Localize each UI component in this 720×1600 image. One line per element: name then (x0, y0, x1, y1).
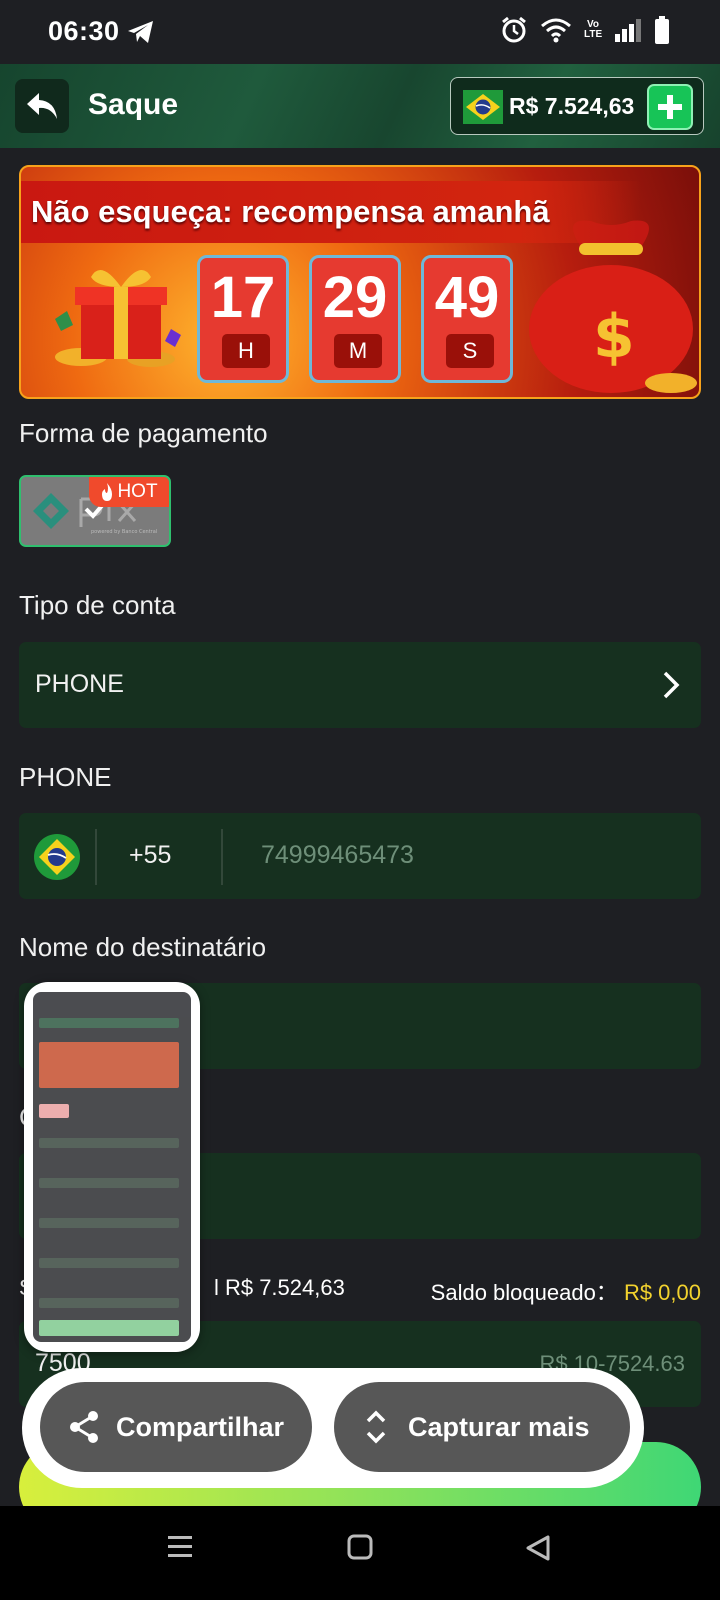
balance-amount: R$ 7.524,63 (509, 93, 635, 119)
reward-banner[interactable]: $ Não esqueça: recompensa amanhã 17 H 29… (19, 165, 701, 399)
chevron-right-icon (663, 671, 680, 699)
plus-icon (658, 95, 682, 119)
balance-widget: R$ 7.524,63 (450, 77, 704, 135)
home-icon[interactable] (347, 1534, 373, 1560)
blocked-balance-value: R$ 0,00 (623, 1280, 701, 1305)
preview-field (39, 1218, 179, 1228)
screenshot-thumbnail[interactable] (24, 982, 200, 1352)
account-type-select[interactable]: PHONE (19, 642, 701, 728)
preview-field (39, 1138, 179, 1148)
phone-label: PHONE (19, 762, 112, 792)
pix-payment-option[interactable]: powered by Banco Central HOT (19, 475, 171, 547)
recipient-name-label: Nome do destinatário (19, 932, 267, 962)
svg-text:$: $ (593, 302, 635, 372)
blocked-balance-label: Saldo bloqueado： (430, 1280, 618, 1305)
account-type-value: PHONE (35, 670, 124, 698)
preview-button (39, 1320, 179, 1336)
preview-banner (39, 1042, 179, 1088)
recents-menu-icon[interactable] (166, 1534, 194, 1560)
dial-code[interactable]: +55 (129, 841, 171, 870)
divider (95, 829, 97, 885)
app-header: Saque R$ 7.524,63 (0, 64, 720, 148)
wifi-icon (541, 18, 571, 43)
capture-more-label: Capturar mais (408, 1411, 590, 1442)
share-icon (70, 1411, 98, 1443)
gift-box-icon (55, 269, 181, 367)
divider (221, 829, 223, 885)
volte-icon: Vo LTE (584, 19, 603, 40)
signal-icon (615, 19, 641, 42)
battery-icon (655, 16, 669, 44)
status-icons: Vo LTE (500, 16, 670, 44)
alarm-icon (502, 16, 526, 43)
screenshot-toolbar: Compartilhar Capturar mais (22, 1368, 644, 1488)
account-type-label: Tipo de conta (19, 590, 176, 620)
back-button[interactable] (15, 79, 69, 133)
preview-field (39, 1178, 179, 1188)
countdown-seconds-unit: S (446, 334, 494, 368)
countdown-minutes-unit: M (334, 334, 382, 368)
preview-pix (39, 1104, 69, 1118)
preview-field (39, 1258, 179, 1268)
brazil-flag-icon[interactable] (33, 833, 81, 881)
countdown-hours-value: 17 (210, 265, 276, 330)
system-nav-bar (0, 1506, 720, 1600)
phone-number-input[interactable]: 74999465473 (261, 841, 414, 870)
share-button[interactable]: Compartilhar (40, 1382, 312, 1472)
countdown-hours-unit: H (222, 334, 270, 368)
countdown-minutes: 29 M (309, 255, 401, 383)
available-balance-label-tail: l (213, 1275, 219, 1300)
countdown-hours: 17 H (197, 255, 289, 383)
add-balance-button[interactable] (647, 84, 693, 130)
flame-icon (102, 483, 113, 501)
blocked-balance: Saldo bloqueado： R$ 0,00 (431, 1275, 701, 1307)
capture-more-button[interactable]: Capturar mais (334, 1382, 630, 1472)
available-balance-value: R$ 7.524,63 (224, 1275, 345, 1300)
countdown-seconds-value: 49 (434, 265, 500, 330)
back-arrow-icon (27, 93, 57, 119)
share-label: Compartilhar (116, 1411, 285, 1442)
hot-badge-label: HOT (117, 481, 158, 502)
status-time: 06:30 (48, 16, 120, 46)
countdown-minutes-value: 29 (322, 265, 388, 330)
back-nav-icon[interactable] (524, 1534, 552, 1562)
hot-badge: HOT (89, 477, 169, 507)
pix-logo-subtext: powered by Banco Central (91, 529, 157, 535)
brazil-flag-icon (463, 90, 503, 124)
countdown-seconds: 49 S (421, 255, 513, 383)
expand-vertical-icon (366, 1410, 386, 1444)
preview-field (39, 1298, 179, 1308)
status-bar: 06:30 Vo LTE (0, 0, 720, 64)
banner-title: Não esqueça: recompensa amanhã (31, 194, 550, 229)
page-title: Saque (88, 88, 179, 121)
telegram-icon (128, 21, 153, 43)
preview-header (39, 1018, 179, 1028)
payment-method-label: Forma de pagamento (19, 418, 268, 448)
screenshot-preview (33, 992, 191, 1342)
phone-field[interactable]: +55 74999465473 (19, 813, 701, 899)
